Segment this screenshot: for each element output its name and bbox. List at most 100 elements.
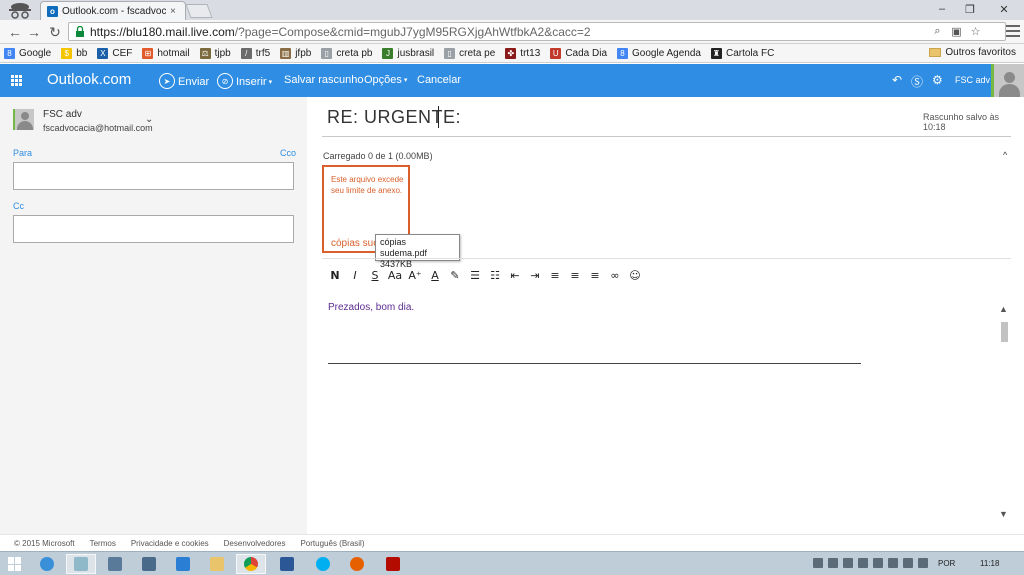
input-language[interactable]: POR: [938, 559, 955, 568]
taskbar-pdf-icon[interactable]: [378, 554, 408, 574]
taskbar-folder-icon[interactable]: [202, 554, 232, 574]
font-size-button[interactable]: Aa: [385, 267, 405, 283]
tray-icon[interactable]: [888, 558, 898, 568]
tray-icon[interactable]: [828, 558, 838, 568]
other-bookmarks-label: Outros favoritos: [945, 47, 1016, 58]
scroll-up-icon[interactable]: ▲: [999, 304, 1008, 314]
footer-terms-link[interactable]: Termos: [90, 539, 116, 548]
taskbar-network-icon[interactable]: [134, 554, 164, 574]
taskbar-word-icon[interactable]: [272, 554, 302, 574]
footer-language-link[interactable]: Português (Brasil): [300, 539, 364, 548]
underline-button[interactable]: S: [365, 267, 385, 283]
body-scrollbar[interactable]: ▲ ▼: [998, 300, 1011, 526]
bold-button[interactable]: N: [325, 267, 345, 283]
minimize-icon[interactable]: –: [928, 0, 956, 18]
bookmark-cartola-fc[interactable]: ♜ Cartola FC: [710, 47, 774, 59]
taskbar-chrome-icon[interactable]: [236, 554, 266, 574]
decrease-indent-icon[interactable]: ⇤: [505, 267, 525, 283]
footer-privacy-link[interactable]: Privacidade e cookies: [131, 539, 209, 548]
highlight-pen-icon[interactable]: ✎: [445, 267, 465, 283]
tray-icon[interactable]: [873, 558, 883, 568]
bookmark-google-agenda[interactable]: 8 Google Agenda: [617, 47, 701, 59]
bookmark-google[interactable]: 8 Google: [4, 47, 51, 59]
bookmark-creta-pb[interactable]: ▯ creta pb: [321, 47, 372, 59]
bcc-toggle[interactable]: Cco: [280, 148, 296, 158]
bookmark-jusbrasil[interactable]: Jjusbrasil: [382, 47, 434, 59]
bookmark-hotmail[interactable]: ⊞ hotmail: [142, 47, 190, 59]
taskbar-app-icon[interactable]: [66, 554, 96, 574]
header-user-name[interactable]: FSC adv: [955, 75, 990, 85]
format-divider: [322, 258, 1011, 259]
settings-gear-icon[interactable]: ⚙: [932, 73, 943, 87]
start-button-icon[interactable]: [8, 557, 22, 571]
quoted-divider: [328, 363, 861, 364]
outlook-brand[interactable]: Outlook.com: [47, 71, 131, 88]
cancel-button[interactable]: Cancelar: [417, 74, 461, 86]
chevron-up-icon[interactable]: ^: [1003, 150, 1007, 160]
bookmark-jfpb[interactable]: ▥ jfpb: [280, 47, 311, 59]
skype-icon[interactable]: Ⓢ: [911, 73, 923, 90]
forward-arrow-icon[interactable]: →: [25, 23, 43, 41]
bookmark-bb[interactable]: $ bb: [61, 47, 87, 59]
bookmark-tjpb[interactable]: ⚖ tjpb: [199, 47, 231, 59]
url-text: https://blu180.mail.live.com/?page=Compo…: [90, 25, 591, 39]
window-controls: – ❐ ✕: [928, 0, 1024, 18]
other-bookmarks-folder[interactable]: Outros favoritos: [929, 47, 1016, 58]
user-avatar[interactable]: [991, 64, 1024, 97]
taskbar-dropbox-icon[interactable]: [168, 554, 198, 574]
cc-field[interactable]: [13, 215, 294, 243]
bullet-list-icon[interactable]: ☷: [485, 267, 505, 283]
taskbar-explorer-icon[interactable]: [100, 554, 130, 574]
new-tab-button[interactable]: [185, 4, 213, 18]
font-grow-button[interactable]: A⁺: [405, 267, 425, 283]
insert-button[interactable]: ⊘ Inserir ▾: [217, 73, 272, 89]
increase-indent-icon[interactable]: ⇥: [525, 267, 545, 283]
message-body[interactable]: Prezados, bom dia.: [328, 302, 414, 313]
align-right-icon[interactable]: ≡: [585, 267, 605, 283]
link-icon[interactable]: ∞: [605, 267, 625, 283]
bookmark-trt13[interactable]: ✤ trt13: [505, 47, 540, 59]
numbered-list-icon[interactable]: ☰: [465, 267, 485, 283]
send-button[interactable]: ➤ Enviar: [159, 73, 209, 89]
taskbar-clock[interactable]: 11:18: [980, 559, 999, 568]
tab-close-icon[interactable]: ×: [170, 6, 176, 17]
address-bar[interactable]: https://blu180.mail.live.com/?page=Compo…: [68, 22, 1006, 41]
network-icon[interactable]: [918, 558, 928, 568]
subject-field[interactable]: RE: URGENTE:: [327, 107, 461, 128]
tray-icon[interactable]: [903, 558, 913, 568]
tray-icon[interactable]: [813, 558, 823, 568]
restore-icon[interactable]: ❐: [956, 0, 984, 18]
align-center-icon[interactable]: ≡: [565, 267, 585, 283]
tray-icon[interactable]: [858, 558, 868, 568]
send-icon: ➤: [159, 73, 175, 89]
bookmark-creta-pe[interactable]: ▯ creta pe: [444, 47, 495, 59]
taskbar-ie-icon[interactable]: [32, 554, 62, 574]
italic-button[interactable]: I: [345, 267, 365, 283]
browser-tab-outlook[interactable]: o Outlook.com - fscadvocac ×: [40, 1, 186, 20]
scroll-thumb[interactable]: [1001, 322, 1008, 342]
bookmark-trf5[interactable]: / trf5: [240, 47, 270, 59]
to-field[interactable]: [13, 162, 294, 190]
font-color-button[interactable]: A: [425, 267, 445, 283]
bookmark-cada-dia[interactable]: U Cada Dia: [550, 47, 607, 59]
reload-icon[interactable]: ↻: [46, 23, 64, 41]
bookmark-star-icon[interactable]: ☆: [968, 24, 983, 39]
options-button[interactable]: Opções ▾: [364, 74, 407, 86]
tray-icon[interactable]: [843, 558, 853, 568]
align-left-icon[interactable]: ≡: [545, 267, 565, 283]
emoji-icon[interactable]: ☺: [625, 267, 645, 283]
chrome-menu-icon[interactable]: [1006, 24, 1020, 38]
bookmark-cef[interactable]: X CEF: [97, 47, 132, 59]
close-window-icon[interactable]: ✕: [984, 0, 1024, 18]
footer-developers-link[interactable]: Desenvolvedores: [224, 539, 286, 548]
undo-icon[interactable]: ↶: [892, 73, 902, 87]
back-arrow-icon[interactable]: ←: [6, 23, 24, 41]
zoom-icon[interactable]: ⌕: [930, 24, 945, 39]
sender-chevron-down-icon[interactable]: ⌄: [145, 114, 153, 125]
app-launcher-icon[interactable]: [11, 75, 22, 86]
scroll-down-icon[interactable]: ▼: [999, 509, 1008, 519]
extension-icon[interactable]: ▣: [949, 24, 964, 39]
taskbar-skype-icon[interactable]: [308, 554, 338, 574]
taskbar-firefox-icon[interactable]: [342, 554, 372, 574]
save-draft-button[interactable]: Salvar rascunho: [284, 74, 364, 86]
